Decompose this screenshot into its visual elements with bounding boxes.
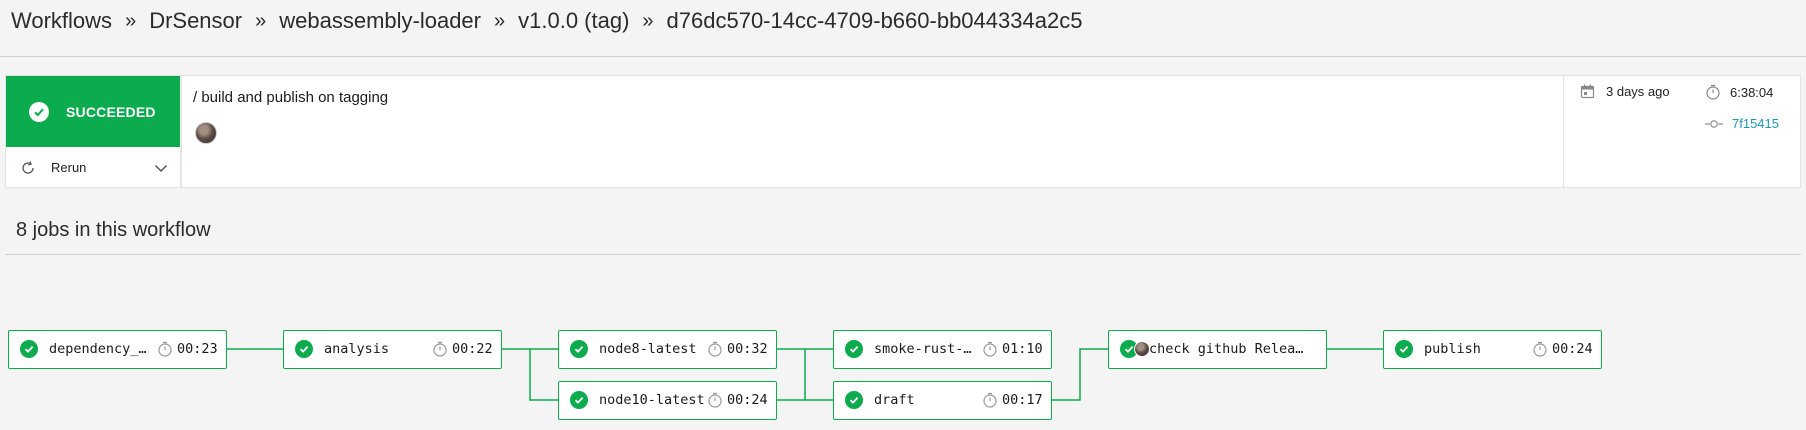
job-duration: 00:23 <box>177 341 218 357</box>
jobs-divider <box>5 254 1801 255</box>
workflow-meta: 3 days ago 6:38:04 7f15415 <box>1563 76 1802 187</box>
commit-hash: 7f15415 <box>1732 116 1779 131</box>
workflow-summary-card: SUCCEEDED Rerun / build and publish on t… <box>5 75 1801 188</box>
rerun-label: Rerun <box>51 160 87 175</box>
timer-icon <box>158 341 172 357</box>
commit-link[interactable]: 7f15415 <box>1705 116 1779 131</box>
avatar <box>1134 341 1150 357</box>
job-check-github-release[interactable]: check github Relea… <box>1108 330 1327 369</box>
chevron-down-icon[interactable] <box>153 160 169 176</box>
job-duration: 01:10 <box>1002 341 1043 357</box>
breadcrumb-separator: » <box>642 9 654 32</box>
job-name: node8-latest <box>599 341 697 357</box>
timer-icon <box>708 341 722 357</box>
workflow-name: / build and publish on tagging <box>193 89 389 106</box>
check-circle-icon <box>29 101 49 122</box>
check-circle-icon <box>845 391 863 409</box>
job-smoke-rust[interactable]: smoke-rust-v… 01:10 <box>833 330 1052 369</box>
breadcrumb-separator: » <box>125 9 137 32</box>
job-node8-latest[interactable]: node8-latest 00:32 <box>558 330 777 369</box>
job-name: node10-latest <box>599 392 705 408</box>
header-divider <box>0 56 1806 57</box>
refresh-icon <box>22 160 34 174</box>
check-circle-icon <box>570 340 588 358</box>
job-node10-latest[interactable]: node10-latest 00:24 <box>558 381 777 420</box>
status-label: SUCCEEDED <box>66 103 156 120</box>
check-circle-icon <box>20 340 38 358</box>
timer-icon <box>1706 84 1720 100</box>
job-publish[interactable]: publish 00:24 <box>1383 330 1602 369</box>
job-duration: 00:17 <box>1002 392 1043 408</box>
workflow-duration: 6:38:04 <box>1705 84 1773 100</box>
breadcrumb-project[interactable]: webassembly-loader <box>279 8 481 34</box>
calendar-icon <box>1580 84 1595 99</box>
timer-icon <box>983 392 997 408</box>
check-circle-icon <box>570 391 588 409</box>
timer-icon <box>708 392 722 408</box>
job-name: publish <box>1424 341 1481 357</box>
started-label: 3 days ago <box>1606 84 1670 99</box>
check-circle-icon <box>845 340 863 358</box>
timer-icon <box>983 341 997 357</box>
card-divider <box>181 76 182 187</box>
breadcrumb-org[interactable]: DrSensor <box>149 8 242 34</box>
job-name: smoke-rust-v… <box>874 341 977 357</box>
workflow-graph: dependency_c… 00:23 analysis 00:22 node8… <box>0 320 1806 430</box>
avatar[interactable] <box>195 122 217 144</box>
job-draft[interactable]: draft 00:17 <box>833 381 1052 420</box>
job-duration: 00:32 <box>727 341 768 357</box>
status-badge: SUCCEEDED <box>6 76 180 147</box>
job-name: analysis <box>324 341 390 357</box>
job-name: draft <box>874 392 915 408</box>
jobs-section-title: 8 jobs in this workflow <box>16 219 211 241</box>
job-name: dependency_c… <box>49 341 152 357</box>
timer-icon <box>1533 341 1547 357</box>
job-duration: 00:22 <box>452 341 493 357</box>
breadcrumb-branch[interactable]: v1.0.0 (tag) <box>518 8 629 34</box>
job-duration: 00:24 <box>1552 341 1593 357</box>
job-duration: 00:24 <box>727 392 768 408</box>
started-time: 3 days ago <box>1580 84 1670 99</box>
job-analysis[interactable]: analysis 00:22 <box>283 330 502 369</box>
breadcrumb-separator: » <box>255 9 267 32</box>
breadcrumb: Workflows » DrSensor » webassembly-loade… <box>11 6 1082 36</box>
timer-icon <box>433 341 447 357</box>
job-name: check github Relea… <box>1149 341 1304 357</box>
breadcrumb-workflows[interactable]: Workflows <box>11 8 112 34</box>
check-circle-icon <box>1395 340 1413 358</box>
breadcrumb-separator: » <box>494 9 506 32</box>
rerun-button[interactable]: Rerun <box>6 147 181 188</box>
duration-label: 6:38:04 <box>1730 84 1774 100</box>
check-circle-icon <box>295 340 313 358</box>
commit-icon <box>1705 119 1723 128</box>
job-dependency-check[interactable]: dependency_c… 00:23 <box>8 330 227 369</box>
breadcrumb-workflow-id: d76dc570-14cc-4709-b660-bb044334a2c5 <box>666 8 1083 33</box>
